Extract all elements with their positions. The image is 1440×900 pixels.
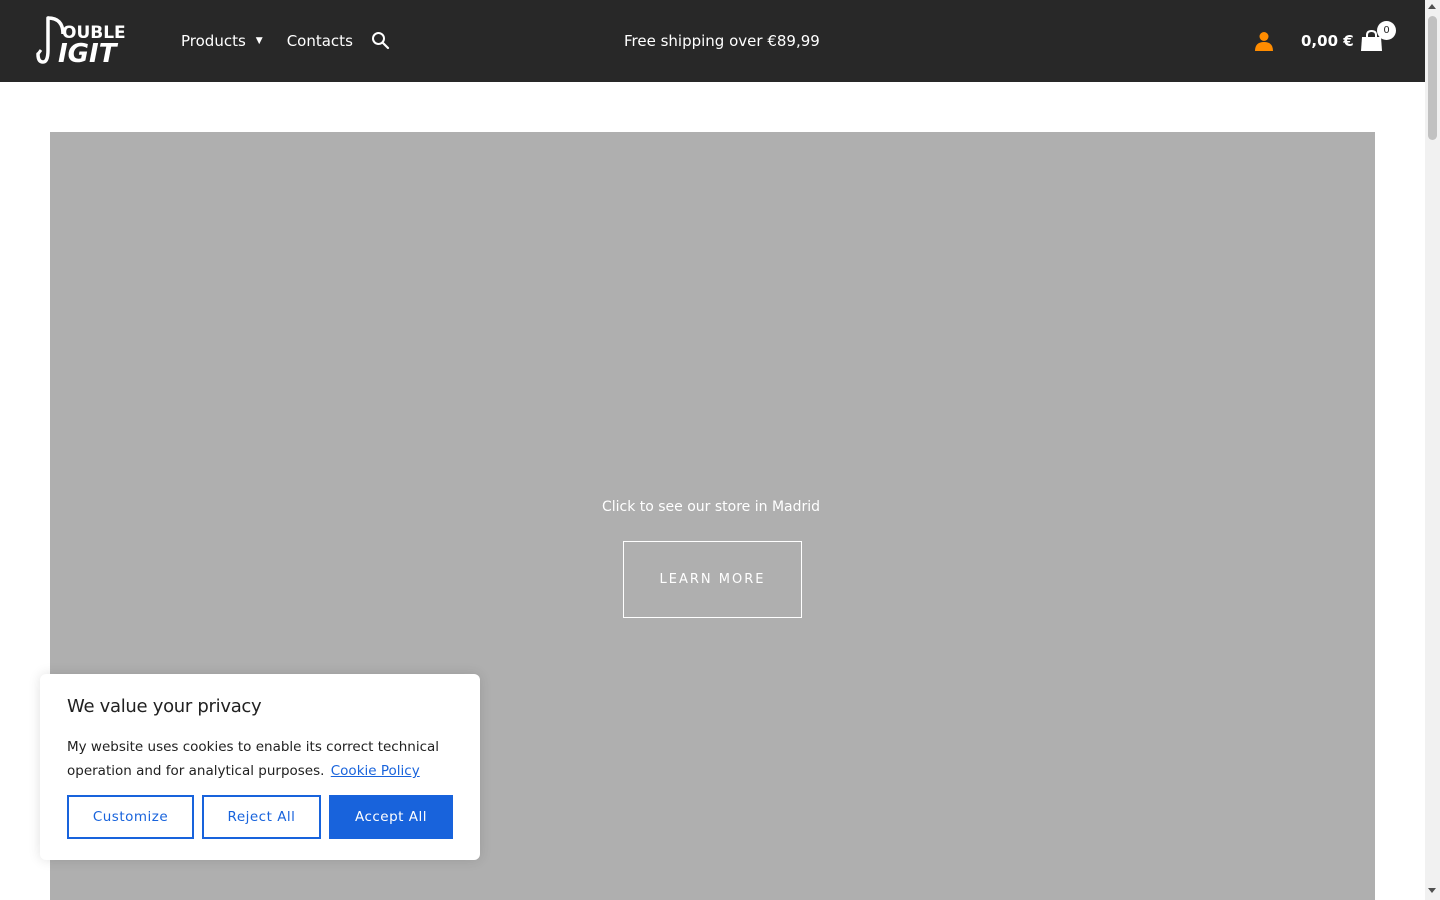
scroll-thumb[interactable] <box>1428 16 1437 140</box>
learn-more-button[interactable]: LEARN MORE <box>623 541 802 618</box>
cookie-policy-link[interactable]: Cookie Policy <box>331 763 420 779</box>
svg-text:IGIT: IGIT <box>58 39 119 66</box>
scroll-down-arrow-icon[interactable] <box>1428 888 1436 893</box>
customize-button[interactable]: Customize <box>67 795 194 839</box>
cart-count-badge: 0 <box>1377 21 1396 40</box>
cart-total[interactable]: 0,00 € <box>1301 0 1354 82</box>
cookie-actions: Customize Reject All Accept All <box>67 795 453 839</box>
caret-down-icon: ▼ <box>255 36 263 46</box>
hero-text: Click to see our store in Madrid <box>601 499 821 515</box>
search-icon[interactable] <box>371 31 390 50</box>
nav-products[interactable]: Products ▼ <box>181 32 263 50</box>
site-logo[interactable]: OUBLE IGIT <box>36 16 134 69</box>
promo-text: Free shipping over €89,99 <box>624 32 820 50</box>
nav-contacts-label: Contacts <box>286 32 353 50</box>
user-icon[interactable] <box>1255 31 1273 51</box>
reject-all-button[interactable]: Reject All <box>202 795 321 839</box>
cookie-description: My website uses cookies to enable its co… <box>67 735 457 783</box>
site-header: OUBLE IGIT Products ▼ Contacts Free ship… <box>0 0 1425 82</box>
page-scrollbar[interactable] <box>1425 0 1440 900</box>
logo-graphic: OUBLE IGIT <box>36 16 126 69</box>
main-nav: Products ▼ Contacts <box>181 0 353 82</box>
cookie-title: We value your privacy <box>67 696 262 717</box>
nav-products-label: Products <box>181 32 246 50</box>
nav-contacts[interactable]: Contacts <box>287 32 353 50</box>
accept-all-button[interactable]: Accept All <box>329 795 453 839</box>
scroll-up-arrow-icon[interactable] <box>1428 4 1436 9</box>
cookie-consent-banner: We value your privacy My website uses co… <box>40 674 480 860</box>
